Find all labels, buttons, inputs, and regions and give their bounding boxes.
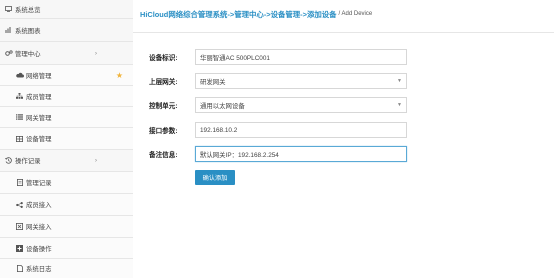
sidebar-item-label: 网关接入: [26, 224, 52, 231]
sidebar-item-management-center[interactable]: 管理中心 ›: [0, 42, 133, 65]
sidebar-item-label: 系统日志: [26, 266, 52, 273]
doc-icon: [15, 179, 24, 186]
close-box-icon: [15, 223, 24, 230]
chevron-right-icon: ›: [94, 157, 97, 164]
sitemap-icon: [15, 93, 24, 99]
sidebar-item-network-management[interactable]: 网络管理 ★: [0, 65, 133, 86]
breadcrumb-item[interactable]: HiCloud网络综合管理系统: [140, 9, 227, 20]
plus-box-icon: [15, 244, 24, 252]
chevron-right-icon: ›: [94, 49, 97, 57]
sidebar-item-device-management[interactable]: 设备管理: [0, 128, 133, 150]
sidebar-item-member-access[interactable]: 成员接入: [0, 194, 133, 216]
breadcrumb: HiCloud网络综合管理系统 -> 管理中心 -> 设备管理 -> 添加设备 …: [140, 7, 372, 21]
sidebar-item-overview[interactable]: 系统总览: [0, 0, 133, 19]
control-unit-label: 控制单元:: [149, 103, 178, 110]
note-value: 默认网关IP：192.168.2.254: [200, 151, 279, 159]
header-divider: [133, 32, 554, 33]
sidebar-item-system-log[interactable]: 系统日志: [0, 259, 133, 278]
breadcrumb-separator: ->: [300, 9, 307, 19]
device-id-label: 设备标识:: [149, 55, 178, 62]
sidebar-item-label: 设备管理: [26, 136, 52, 143]
control-unit-value: 通用以太网设备: [200, 102, 245, 110]
note-label: 备注信息:: [149, 152, 178, 159]
history-icon: [4, 157, 13, 164]
gateway-label: 上层网关:: [149, 79, 178, 86]
breadcrumb-item[interactable]: 设备管理: [271, 9, 301, 20]
note-input[interactable]: 默认网关IP：192.168.2.254: [195, 146, 407, 162]
sidebar-item-gateway-access[interactable]: 网关接入: [0, 216, 133, 238]
sidebar-item-label: 操作记录: [15, 158, 41, 165]
breadcrumb-item[interactable]: 管理中心: [234, 9, 264, 20]
gears-icon: [4, 50, 13, 56]
gateway-select[interactable]: 研发网关 ▼: [195, 73, 407, 89]
grid-icon: [15, 135, 24, 142]
sidebar-item-label: 设备操作: [26, 245, 52, 253]
sidebar-item-charts[interactable]: 系统图表: [0, 19, 133, 42]
main-content: HiCloud网络综合管理系统 -> 管理中心 -> 设备管理 -> 添加设备 …: [133, 0, 554, 278]
breadcrumb-separator: ->: [263, 9, 271, 19]
breadcrumb-separator: ->: [227, 9, 235, 19]
file-icon: [15, 265, 24, 272]
gateway-value: 研发网关: [200, 78, 226, 86]
sidebar-item-label: 网络管理: [26, 72, 52, 80]
cloud-icon: [15, 72, 24, 78]
sidebar-item-label: 系统总览: [15, 6, 41, 14]
monitor-icon: [4, 6, 13, 12]
confirm-add-button[interactable]: 确认添加: [195, 170, 235, 185]
breadcrumb-current: / Add Device: [338, 11, 373, 17]
sidebar-item-device-operation[interactable]: 设备操作: [0, 238, 133, 259]
sidebar-item-label: 管理中心: [15, 50, 41, 58]
sidebar-item-label: 网关管理: [26, 114, 52, 122]
list-icon: [15, 114, 24, 120]
sidebar-item-gateway-management[interactable]: 网关管理: [0, 107, 133, 128]
app-window: 系统总览 系统图表 管理中心 › 网络管理 ★ 成员管理 网关管理 设备管理 操…: [0, 0, 554, 278]
device-id-input[interactable]: 华丽智通AC 500PLC001: [195, 49, 407, 65]
interface-label: 接口参数:: [149, 128, 178, 135]
sidebar: 系统总览 系统图表 管理中心 › 网络管理 ★ 成员管理 网关管理 设备管理 操…: [0, 0, 133, 278]
sidebar-item-label: 系统图表: [15, 27, 41, 35]
chevron-down-icon: ▼: [397, 102, 402, 108]
device-id-value: 华丽智通AC 500PLC001: [200, 54, 270, 62]
star-icon[interactable]: ★: [116, 71, 123, 80]
sidebar-item-management-log[interactable]: 管理记录: [0, 172, 133, 194]
sidebar-item-operation-records[interactable]: 操作记录 ›: [0, 150, 133, 172]
interface-input[interactable]: 192.168.10.2: [195, 122, 407, 138]
sidebar-item-label: 管理记录: [26, 180, 52, 187]
control-unit-select[interactable]: 通用以太网设备 ▼: [195, 97, 407, 113]
share-icon: [15, 201, 24, 208]
breadcrumb-item[interactable]: 添加设备: [307, 9, 337, 20]
interface-value: 192.168.10.2: [200, 126, 238, 134]
chart-icon: [4, 27, 13, 33]
sidebar-item-label: 成员接入: [26, 202, 52, 209]
sidebar-item-member-management[interactable]: 成员管理: [0, 86, 133, 107]
sidebar-item-label: 成员管理: [26, 93, 52, 101]
chevron-down-icon: ▼: [397, 78, 402, 84]
